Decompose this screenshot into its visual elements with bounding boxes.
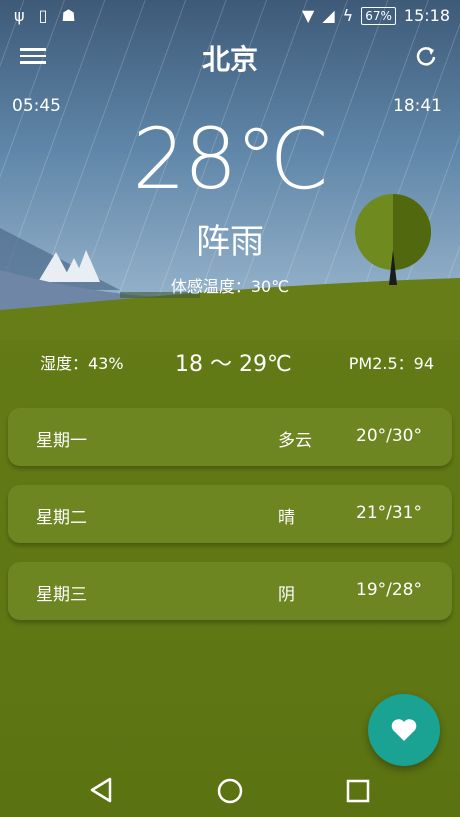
forecast-day: 星期一: [36, 431, 87, 451]
city-title: 北京: [201, 43, 258, 76]
clipboard-icon: ▯: [38, 6, 48, 25]
system-navigation-bar: [0, 762, 460, 817]
back-icon[interactable]: [88, 776, 114, 804]
status-time: 15:18: [403, 6, 450, 25]
weather-condition: 阵雨: [196, 222, 264, 262]
forecast-card[interactable]: 星期二 晴 21°/31°: [8, 485, 452, 543]
android-icon: ☗: [61, 6, 76, 25]
charging-icon: ϟ: [342, 6, 354, 25]
usb-icon: ψ: [14, 6, 25, 25]
humidity: 湿度：43%: [40, 354, 124, 373]
forecast-day: 星期二: [36, 508, 87, 528]
signal-icon: ◢: [322, 6, 335, 25]
home-icon[interactable]: [216, 777, 244, 805]
forecast-range: 21°/31°: [356, 503, 422, 523]
heart-icon: [391, 719, 417, 741]
current-temperature: 28℃: [132, 110, 329, 208]
forecast-day: 星期三: [36, 585, 87, 605]
refresh-button[interactable]: [412, 42, 440, 70]
forecast-range: 19°/28°: [356, 580, 422, 600]
refresh-icon: [416, 47, 436, 66]
forecast-condition: 阴: [278, 585, 295, 605]
forecast-condition: 晴: [278, 508, 295, 528]
forecast-card[interactable]: 星期三 阴 19°/28°: [8, 562, 452, 620]
wifi-icon: ▼: [302, 6, 315, 25]
status-bar: ψ ▯ ☗ ▼ ◢ ϟ 67% 15:18: [0, 0, 460, 32]
temperature-range: 18 ～ 29℃: [175, 352, 292, 377]
forecast-range: 20°/30°: [356, 426, 422, 446]
forecast-card[interactable]: 星期一 多云 20°/30°: [8, 408, 452, 466]
weather-screen: ψ ▯ ☗ ▼ ◢ ϟ 67% 15:18 北京 05:45 18:41 28℃…: [0, 0, 460, 817]
stats-row: 湿度：43% 18 ～ 29℃ PM2.5：94: [0, 346, 460, 377]
feels-like: 体感温度：30℃: [170, 277, 290, 296]
recent-apps-icon[interactable]: [345, 778, 371, 804]
battery-indicator: 67%: [361, 6, 396, 25]
favorite-button[interactable]: [368, 694, 440, 766]
forecast-condition: 多云: [278, 431, 312, 451]
pm25: PM2.5：94: [348, 354, 434, 373]
